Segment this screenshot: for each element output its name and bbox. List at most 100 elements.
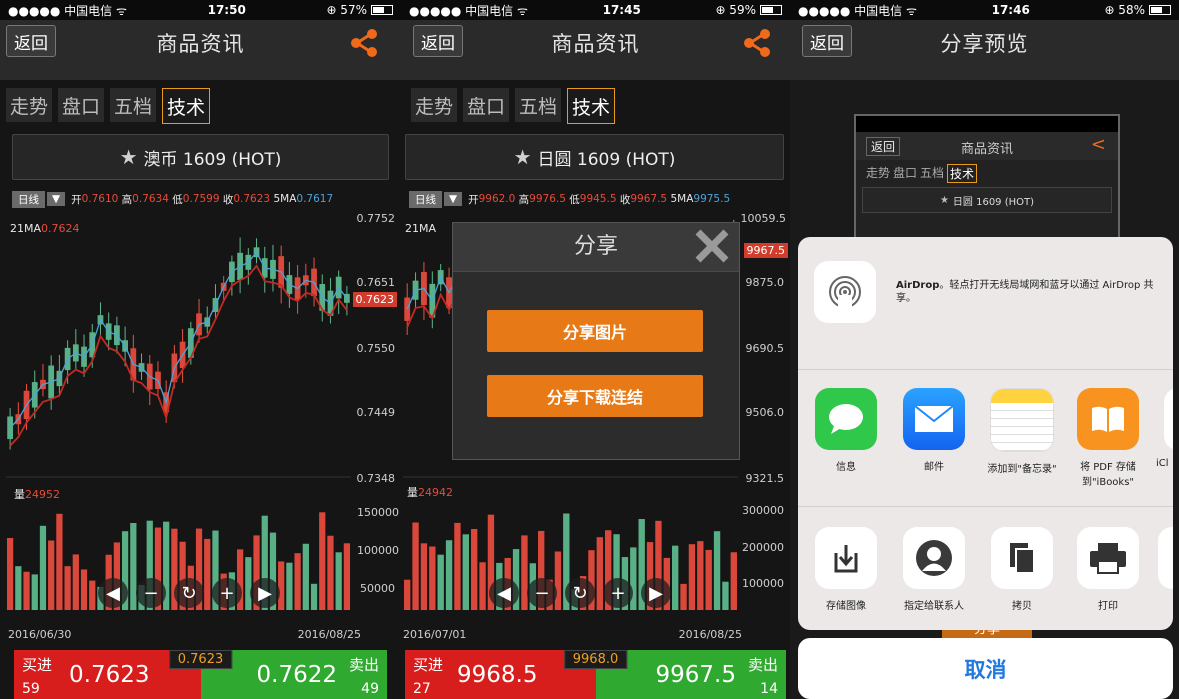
carrier: ●●●●● 中国电信 ᯤ bbox=[409, 3, 528, 18]
volume-bar bbox=[48, 540, 55, 610]
zoom-in-icon[interactable]: + bbox=[603, 578, 633, 608]
reset-icon[interactable]: ↻ bbox=[565, 578, 595, 608]
airdrop-icon[interactable] bbox=[814, 261, 876, 323]
vol-label: 150000 bbox=[357, 506, 399, 519]
period-dropdown-icon[interactable]: ▼ bbox=[444, 192, 463, 206]
low-value: 0.7599 bbox=[182, 193, 220, 205]
date-end: 2016/08/25 bbox=[678, 628, 742, 641]
volume-bar bbox=[64, 566, 71, 610]
action-copy[interactable]: 拷贝 bbox=[982, 527, 1062, 612]
low-value: 9945.5 bbox=[579, 193, 617, 205]
volume-bar bbox=[89, 580, 96, 610]
volume-bar bbox=[705, 549, 712, 610]
date-axis: 2016/07/01 2016/08/25 bbox=[403, 628, 742, 641]
tab-trend[interactable]: 走势 bbox=[411, 88, 458, 122]
app-messages[interactable]: 信息 bbox=[806, 388, 886, 473]
date-end: 2016/08/25 bbox=[297, 628, 361, 641]
action-save-image[interactable]: 存储图像 bbox=[806, 527, 886, 612]
tab-five-levels[interactable]: 五档 bbox=[110, 88, 157, 122]
ma5-value: 9975.5 bbox=[693, 193, 731, 205]
app-ibooks[interactable]: 将 PDF 存储到"iBooks" bbox=[1068, 388, 1148, 488]
notes-icon bbox=[990, 388, 1054, 452]
share-link-button[interactable]: 分享下载连结 bbox=[487, 375, 703, 417]
mail-icon bbox=[903, 388, 965, 450]
tab-technical[interactable]: 技术 bbox=[162, 88, 211, 124]
candlestick-chart[interactable] bbox=[6, 208, 351, 478]
tab-orderbook[interactable]: 盘口 bbox=[58, 88, 105, 122]
tab-trend[interactable]: 走势 bbox=[6, 88, 53, 122]
battery-icon bbox=[1148, 5, 1171, 15]
app-icloud[interactable]: iCl bbox=[1156, 388, 1173, 469]
app-mail[interactable]: 邮件 bbox=[894, 388, 974, 473]
sell-price: 9967.5 bbox=[655, 662, 736, 688]
close-icon[interactable] bbox=[693, 227, 731, 265]
volume-bar bbox=[688, 544, 696, 610]
y-label: 0.7449 bbox=[356, 406, 396, 419]
candle bbox=[344, 286, 350, 316]
action-assign-contact[interactable]: 指定给联系人 bbox=[894, 527, 974, 612]
y-label: 9690.5 bbox=[745, 342, 785, 355]
airdrop-section[interactable]: AirDrop。轻点打开无线局域网和蓝牙以通过 AirDrop 共享。 bbox=[798, 237, 1173, 370]
product-selector[interactable]: ★ 澳币 1609 (HOT) bbox=[12, 134, 389, 180]
panel-aud: ●●●●● 中国电信 ᯤ 17:50 ⊕ 57% 返回 商品资讯 走势 盘口 五… bbox=[0, 0, 401, 699]
scroll-left-icon[interactable]: ◀ bbox=[489, 578, 519, 608]
scroll-right-icon[interactable]: ▶ bbox=[641, 578, 671, 608]
close-value: 0.7623 bbox=[233, 193, 271, 205]
candle bbox=[72, 329, 79, 370]
mid-price: 0.7623 bbox=[168, 650, 233, 669]
volume-bar bbox=[404, 579, 411, 610]
period-dropdown-icon[interactable]: ▼ bbox=[47, 192, 66, 206]
sell-qty: 14 bbox=[760, 681, 778, 697]
period-label[interactable]: 日线 bbox=[409, 190, 442, 208]
star-icon[interactable]: ★ bbox=[120, 145, 138, 169]
preview-tab: 走势 bbox=[866, 166, 891, 180]
app-label: 将 PDF 存储到"iBooks" bbox=[1080, 462, 1136, 488]
action-more[interactable] bbox=[1158, 527, 1173, 589]
scroll-right-icon[interactable]: ▶ bbox=[250, 578, 280, 608]
app-label: 添加到"备忘录" bbox=[987, 464, 1057, 475]
share-icon[interactable] bbox=[742, 28, 772, 58]
share-image-button[interactable]: 分享图片 bbox=[487, 310, 703, 352]
save-image-icon bbox=[815, 527, 877, 589]
reset-icon[interactable]: ↻ bbox=[174, 578, 204, 608]
preview-tab: 盘口 bbox=[893, 166, 918, 180]
tab-five-levels[interactable]: 五档 bbox=[515, 88, 562, 122]
carrier: ●●●●● 中国电信 ᯤ bbox=[8, 3, 127, 18]
tab-technical[interactable]: 技术 bbox=[567, 88, 616, 124]
app-label: iCl bbox=[1156, 458, 1169, 469]
candle bbox=[245, 248, 252, 285]
tab-orderbook[interactable]: 盘口 bbox=[463, 88, 510, 122]
candle bbox=[253, 238, 260, 264]
zoom-in-icon[interactable]: + bbox=[212, 578, 242, 608]
tab-bar: 走势 盘口 五档 技术 bbox=[0, 88, 401, 128]
ma5-label: 5MA bbox=[273, 193, 297, 205]
share-icon[interactable] bbox=[349, 28, 379, 58]
vol-label: 100000 bbox=[742, 577, 784, 590]
candle bbox=[261, 246, 268, 293]
scroll-left-icon[interactable]: ◀ bbox=[98, 578, 128, 608]
volume-bar bbox=[294, 553, 301, 610]
ohlc-bar: 日线 ▼ 开 9962.0 高 9976.5 低 9945.5 收 9967.5 5MA… bbox=[409, 190, 730, 208]
volume-bar bbox=[302, 543, 309, 610]
period-label[interactable]: 日线 bbox=[12, 190, 45, 208]
more-icon bbox=[1158, 527, 1173, 589]
preview-tab: 技术 bbox=[947, 164, 978, 183]
copy-icon bbox=[991, 527, 1053, 589]
action-print[interactable]: 打印 bbox=[1068, 527, 1148, 612]
volume-bar bbox=[730, 552, 737, 610]
buy-price: 9968.5 bbox=[457, 662, 538, 688]
high-value: 9976.5 bbox=[529, 193, 566, 205]
cancel-button[interactable]: 取消 bbox=[798, 638, 1173, 699]
star-icon[interactable]: ★ bbox=[514, 145, 532, 169]
app-notes[interactable]: 添加到"备忘录" bbox=[982, 388, 1062, 475]
volume-bar bbox=[437, 554, 444, 610]
preview-tabs: 走势 盘口 五档 技术 bbox=[856, 160, 1118, 187]
date-start: 2016/06/30 bbox=[8, 628, 72, 641]
close-label: 收 bbox=[222, 193, 234, 206]
product-selector[interactable]: ★ 日圆 1609 (HOT) bbox=[405, 134, 784, 180]
volume-bar bbox=[319, 512, 326, 610]
zoom-out-icon[interactable]: − bbox=[136, 578, 166, 608]
zoom-out-icon[interactable]: − bbox=[527, 578, 557, 608]
product-name: 日圆 1609 (HOT) bbox=[537, 149, 676, 170]
volume-bar bbox=[420, 543, 428, 610]
